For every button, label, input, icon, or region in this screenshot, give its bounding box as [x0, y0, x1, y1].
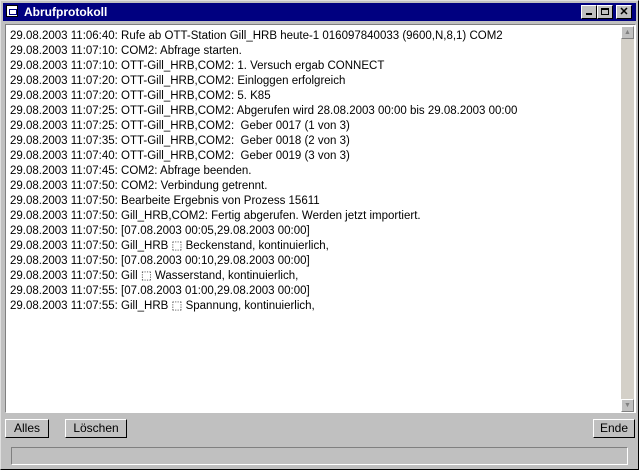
log-line: 29.08.2003 11:07:10: OTT-Gill_HRB,COM2: … [10, 60, 385, 72]
title-bar[interactable]: Abrufprotokoll ✕ [3, 3, 636, 21]
log-line: 29.08.2003 11:07:50: Gill_HRB,COM2: Fert… [10, 210, 421, 222]
window-title: Abrufprotokoll [24, 5, 108, 19]
log-line: 29.08.2003 11:07:10: COM2: Abfrage start… [10, 45, 242, 57]
vertical-scrollbar[interactable]: ▲ ▼ [621, 26, 634, 412]
loeschen-button[interactable]: Löschen [65, 419, 127, 438]
maximize-icon [601, 8, 609, 15]
ende-button[interactable]: Ende [593, 419, 635, 438]
log-line: 29.08.2003 11:07:50: Gill_HRB ⬚ Beckenst… [10, 240, 329, 252]
alles-button[interactable]: Alles [5, 419, 49, 438]
minimize-button[interactable] [581, 5, 597, 19]
log-line: 29.08.2003 11:07:20: OTT-Gill_HRB,COM2: … [10, 75, 346, 87]
log-line: 29.08.2003 11:07:20: OTT-Gill_HRB,COM2: … [10, 90, 271, 102]
close-icon: ✕ [619, 6, 629, 18]
app-icon [6, 5, 18, 17]
abrufprotokoll-window: Abrufprotokoll ✕ 29.08.2003 11:06:40: Ru… [0, 0, 639, 470]
log-line: 29.08.2003 11:07:55: [07.08.2003 01:00,2… [10, 285, 310, 297]
log-line: 29.08.2003 11:07:45: COM2: Abfrage beend… [10, 165, 252, 177]
maximize-button[interactable] [597, 5, 613, 19]
log-line: 29.08.2003 11:07:50: Bearbeite Ergebnis … [10, 195, 320, 207]
log-line: 29.08.2003 11:06:40: Rufe ab OTT-Station… [10, 30, 503, 42]
status-bar [11, 447, 628, 465]
log-line: 29.08.2003 11:07:25: OTT-Gill_HRB,COM2: … [10, 105, 518, 117]
log-line: 29.08.2003 11:07:25: OTT-Gill_HRB,COM2: … [10, 120, 350, 132]
log-line: 29.08.2003 11:07:50: [07.08.2003 00:10,2… [10, 255, 310, 267]
log-line: 29.08.2003 11:07:50: COM2: Verbindung ge… [10, 180, 268, 192]
minimize-icon [586, 13, 592, 15]
log-line: 29.08.2003 11:07:35: OTT-Gill_HRB,COM2: … [10, 135, 350, 147]
log-lines: 29.08.2003 11:06:40: Rufe ab OTT-Station… [10, 29, 620, 409]
scroll-up-button[interactable]: ▲ [621, 26, 634, 39]
log-output[interactable]: 29.08.2003 11:06:40: Rufe ab OTT-Station… [5, 24, 636, 413]
scroll-down-button[interactable]: ▼ [621, 399, 634, 412]
log-line: 29.08.2003 11:07:50: [07.08.2003 00:05,2… [10, 225, 310, 237]
close-button[interactable]: ✕ [616, 5, 632, 19]
log-line: 29.08.2003 11:07:55: Gill_HRB ⬚ Spannung… [10, 300, 315, 312]
log-line: 29.08.2003 11:07:40: OTT-Gill_HRB,COM2: … [10, 150, 350, 162]
log-line: 29.08.2003 11:07:50: Gill ⬚ Wasserstand,… [10, 270, 299, 282]
